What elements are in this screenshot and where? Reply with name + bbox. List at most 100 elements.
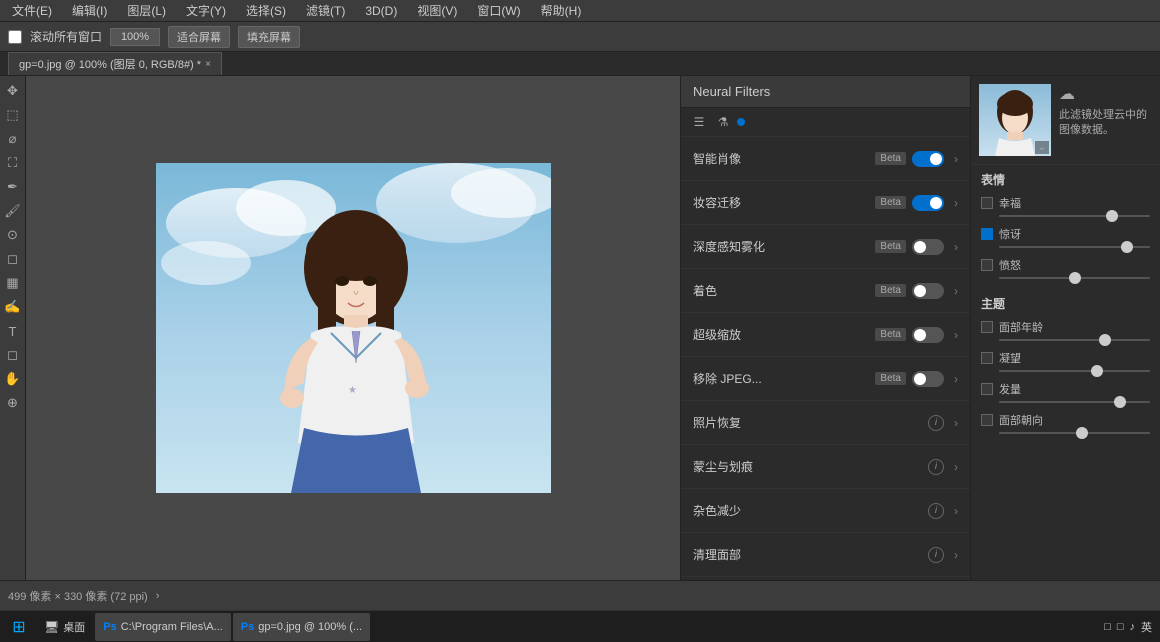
document-tab[interactable]: gp=0.jpg @ 100% (图层 0, RGB/8#) * ×	[8, 52, 222, 75]
surprise-checkbox[interactable]	[981, 228, 993, 240]
brush-tool-icon[interactable]: 🖌	[2, 200, 24, 222]
menu-layer[interactable]: 图层(L)	[123, 0, 170, 21]
canvas-image: ★	[156, 163, 551, 493]
eraser-tool-icon[interactable]: ◻	[2, 248, 24, 270]
taskbar-desktop[interactable]: 🖥 桌面	[36, 613, 93, 641]
text-tool-icon[interactable]: T	[2, 320, 24, 342]
face-age-slider-track[interactable]	[999, 339, 1150, 341]
hair-slider-thumb[interactable]	[1114, 396, 1126, 408]
filter-item-makeup[interactable]: 妆容迁移 Beta ›	[681, 181, 970, 225]
menu-view[interactable]: 视图(V)	[413, 0, 461, 21]
filter-toggle-off[interactable]	[912, 239, 944, 255]
lasso-tool-icon[interactable]: ⌀	[2, 128, 24, 150]
tab-label: gp=0.jpg @ 100% (图层 0, RGB/8#) *	[19, 56, 201, 72]
menu-filter[interactable]: 滤镜(T)	[302, 0, 349, 21]
desktop-label: 桌面	[63, 619, 85, 635]
gaze-slider-track[interactable]	[999, 370, 1150, 372]
zoom-tool-icon[interactable]: ⊕	[2, 392, 24, 414]
gradient-tool-icon[interactable]: ▦	[2, 272, 24, 294]
fill-screen-button[interactable]: 填充屏幕	[238, 26, 300, 48]
crop-tool-icon[interactable]: ⛶	[2, 152, 24, 174]
filter-item-colorize[interactable]: 着色 Beta ›	[681, 269, 970, 313]
clone-tool-icon[interactable]: ⊙	[2, 224, 24, 246]
chevron-right-icon: ›	[954, 328, 958, 342]
filter-badge-beta: Beta	[875, 372, 906, 385]
preview-info: ☁ 此滤镜处理云中的图像数据。	[1059, 84, 1152, 139]
volume-icon[interactable]: ♪	[1130, 621, 1136, 633]
tab-close-button[interactable]: ×	[205, 59, 211, 70]
anger-label: 愤怒	[999, 257, 1021, 273]
filter-name: 移除 JPEG...	[693, 370, 875, 387]
menu-text[interactable]: 文字(Y)	[182, 0, 230, 21]
shape-tool-icon[interactable]: ◻	[2, 344, 24, 366]
happiness-label-row: 幸福	[981, 195, 1150, 211]
anger-slider-thumb[interactable]	[1069, 272, 1081, 284]
menu-help[interactable]: 帮助(H)	[537, 0, 586, 21]
file-label: gp=0.jpg @ 100% (...	[258, 621, 362, 633]
filter-item-photo-sketch[interactable]: 照片素描化 i ›	[681, 577, 970, 580]
filter-toggle-on[interactable]	[912, 151, 944, 167]
filter-toggle-off[interactable]	[912, 327, 944, 343]
face-dir-slider-thumb[interactable]	[1076, 427, 1088, 439]
surprise-slider-thumb[interactable]	[1121, 241, 1133, 253]
info-icon[interactable]: i	[928, 415, 944, 431]
filter-settings-icon[interactable]: ☰	[689, 112, 709, 132]
filter-item-depth-blur[interactable]: 深度感知雾化 Beta ›	[681, 225, 970, 269]
hair-label: 发量	[999, 381, 1021, 397]
filter-item-noise-reduce[interactable]: 杂色减少 i ›	[681, 489, 970, 533]
filter-item-smart-portrait[interactable]: 智能肖像 Beta ›	[681, 137, 970, 181]
anger-slider-row: 愤怒	[971, 254, 1160, 285]
info-icon[interactable]: i	[928, 459, 944, 475]
start-button[interactable]: ⊞	[4, 613, 34, 641]
gaze-checkbox[interactable]	[981, 352, 993, 364]
info-icon[interactable]: i	[928, 547, 944, 563]
tab-bar: gp=0.jpg @ 100% (图层 0, RGB/8#) * ×	[0, 52, 1160, 76]
filter-name: 着色	[693, 282, 875, 299]
gaze-slider-thumb[interactable]	[1091, 365, 1103, 377]
fit-screen-button[interactable]: 适合屏幕	[168, 26, 230, 48]
face-dir-slider-track[interactable]	[999, 432, 1150, 434]
hair-checkbox[interactable]	[981, 383, 993, 395]
hand-tool-icon[interactable]: ✋	[2, 368, 24, 390]
filter-name: 清理面部	[693, 546, 928, 563]
happiness-slider-track[interactable]	[999, 215, 1150, 217]
filter-name: 蒙尘与划痕	[693, 458, 928, 475]
preview-chevron[interactable]: ⌄	[1035, 141, 1049, 154]
select-tool-icon[interactable]: ⬚	[2, 104, 24, 126]
filter-item-dust-scratches[interactable]: 蒙尘与划痕 i ›	[681, 445, 970, 489]
menu-select[interactable]: 选择(S)	[242, 0, 290, 21]
move-tool-icon[interactable]: ✥	[2, 80, 24, 102]
filter-badge-beta: Beta	[875, 152, 906, 165]
menu-file[interactable]: 文件(E)	[8, 0, 56, 21]
filter-toggle-off[interactable]	[912, 283, 944, 299]
surprise-slider-track[interactable]	[999, 246, 1150, 248]
scroll-all-label: 滚动所有窗口	[30, 28, 102, 45]
face-age-checkbox[interactable]	[981, 321, 993, 333]
filter-item-remove-jpeg[interactable]: 移除 JPEG... Beta ›	[681, 357, 970, 401]
face-age-slider-thumb[interactable]	[1099, 334, 1111, 346]
filter-item-super-zoom[interactable]: 超级缩放 Beta ›	[681, 313, 970, 357]
happiness-slider-thumb[interactable]	[1106, 210, 1118, 222]
happiness-checkbox[interactable]	[981, 197, 993, 209]
hair-slider-track[interactable]	[999, 401, 1150, 403]
tray-icon-2: □	[1117, 621, 1124, 633]
pen-tool-icon[interactable]: ✍	[2, 296, 24, 318]
taskbar-ps-path[interactable]: Ps C:\Program Files\A...	[95, 613, 231, 641]
zoom-input[interactable]	[110, 28, 160, 46]
info-icon[interactable]: i	[928, 503, 944, 519]
filter-item-clean-face[interactable]: 清理面部 i ›	[681, 533, 970, 577]
menu-edit[interactable]: 编辑(I)	[68, 0, 111, 21]
anger-checkbox[interactable]	[981, 259, 993, 271]
taskbar-file[interactable]: Ps gp=0.jpg @ 100% (...	[233, 613, 370, 641]
scroll-all-checkbox[interactable]	[8, 30, 22, 44]
ime-indicator[interactable]: 英	[1141, 619, 1152, 635]
menu-window[interactable]: 窗口(W)	[473, 0, 524, 21]
anger-slider-track[interactable]	[999, 277, 1150, 279]
face-dir-checkbox[interactable]	[981, 414, 993, 426]
eyedropper-tool-icon[interactable]: ✒	[2, 176, 24, 198]
menu-3d[interactable]: 3D(D)	[361, 2, 401, 20]
filter-item-photo-restore[interactable]: 照片恢复 i ›	[681, 401, 970, 445]
filter-flask-icon[interactable]: ⚗	[713, 112, 733, 132]
filter-toggle-on[interactable]	[912, 195, 944, 211]
filter-toggle-off[interactable]	[912, 371, 944, 387]
